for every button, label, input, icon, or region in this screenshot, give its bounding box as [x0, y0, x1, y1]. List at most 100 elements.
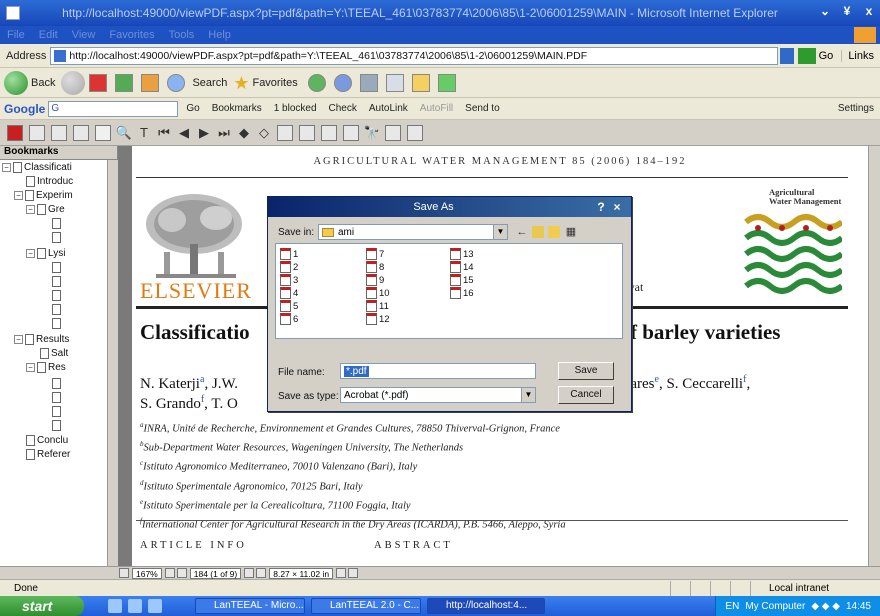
print-icon[interactable] — [51, 124, 67, 141]
taskbar-item-active[interactable]: http://localhost:4... — [427, 598, 545, 614]
select-text-icon[interactable] — [385, 124, 401, 141]
bookmark-item[interactable]: Conclu — [26, 435, 68, 446]
save-button[interactable]: Save — [558, 362, 614, 380]
file-item[interactable]: 6 — [280, 313, 298, 325]
edit-icon[interactable] — [385, 73, 404, 92]
quicklaunch-desktop-icon[interactable] — [128, 599, 142, 613]
collapse-icon[interactable]: − — [26, 249, 35, 258]
document-vertical-scrollbar[interactable] — [868, 146, 880, 566]
more-tools-icon[interactable] — [407, 124, 423, 141]
menu-file[interactable]: File — [0, 29, 32, 41]
quicklaunch-media-icon[interactable] — [148, 599, 162, 613]
file-item[interactable]: 16 — [450, 287, 474, 299]
cancel-button[interactable]: Cancel — [558, 386, 614, 404]
bookmark-item[interactable] — [52, 276, 63, 287]
mail-icon[interactable] — [333, 73, 352, 92]
file-item[interactable]: 10 — [366, 287, 390, 299]
file-item[interactable]: 7 — [366, 248, 384, 260]
first-page-icon[interactable]: ⏮ — [155, 125, 173, 141]
last-page-icon[interactable]: ⏭ — [215, 125, 233, 141]
bookmark-item[interactable] — [52, 304, 63, 315]
bookmarks-scrollbar[interactable] — [107, 160, 118, 566]
single-page-icon[interactable] — [336, 568, 347, 578]
my-computer-tray[interactable]: My Computer — [745, 601, 805, 612]
bookmark-item[interactable] — [52, 218, 63, 229]
refresh-icon[interactable] — [115, 73, 134, 92]
messenger-icon[interactable] — [437, 73, 456, 92]
save-in-dropdown[interactable]: ami ▼ — [318, 224, 508, 240]
start-button[interactable]: start — [0, 596, 84, 616]
popup-blocked-button[interactable]: 1 blocked — [268, 103, 323, 114]
bookmark-item[interactable] — [52, 262, 63, 273]
save-copy-icon[interactable] — [29, 124, 45, 141]
actual-size-icon[interactable] — [277, 124, 293, 141]
go-button[interactable]: Go — [816, 50, 842, 62]
back-arrow-icon[interactable]: ← — [516, 226, 528, 238]
back-arrow-icon[interactable] — [4, 70, 28, 95]
file-item[interactable]: 13 — [450, 248, 474, 260]
minimize-button[interactable]: ⌄ — [814, 4, 836, 22]
address-dropdown-button[interactable] — [779, 47, 794, 64]
links-button[interactable]: Links — [841, 49, 880, 62]
chevron-down-icon[interactable]: ▼ — [493, 225, 507, 239]
bookmark-item[interactable] — [52, 318, 63, 329]
file-item[interactable]: 5 — [280, 300, 298, 312]
autolink-button[interactable]: AutoLink — [363, 103, 414, 114]
taskbar-item[interactable]: LanTEEAL 2.0 - C... — [311, 598, 421, 614]
bookmark-item[interactable] — [52, 392, 63, 403]
file-item[interactable]: 15 — [450, 274, 474, 286]
new-folder-icon[interactable] — [548, 226, 560, 238]
page-number-field[interactable]: 184 (1 of 9) — [189, 567, 242, 579]
previous-view-icon[interactable]: ◆ — [235, 125, 253, 141]
menu-help[interactable]: Help — [201, 29, 238, 41]
last-page-icon[interactable] — [256, 568, 267, 578]
file-name-input[interactable]: *.pdf — [340, 363, 536, 379]
spell-check-button[interactable]: Check — [323, 103, 363, 114]
file-item[interactable]: 12 — [366, 313, 390, 325]
google-settings-button[interactable]: Settings — [832, 103, 880, 114]
google-go-button[interactable]: Go — [180, 103, 205, 114]
next-page-icon[interactable] — [244, 568, 255, 578]
favorites-star-icon[interactable]: ★ — [233, 74, 249, 92]
menu-tools[interactable]: Tools — [162, 29, 202, 41]
page-size-toggle-icon[interactable] — [119, 568, 129, 578]
find-icon[interactable]: 🔭 — [363, 125, 381, 141]
print-icon[interactable] — [359, 73, 378, 92]
google-logo[interactable]: Google — [4, 102, 45, 116]
chevron-down-icon[interactable]: ▼ — [521, 388, 535, 402]
dialog-close-button[interactable]: × — [609, 200, 625, 214]
zoom-tool-icon[interactable]: 🔍 — [115, 125, 133, 141]
search-button[interactable]: Search — [192, 77, 227, 89]
bookmark-item[interactable]: − Results — [14, 334, 69, 345]
zoom-level[interactable]: 167% — [132, 567, 162, 579]
collapse-icon[interactable]: − — [14, 335, 23, 344]
stop-icon[interactable] — [89, 73, 108, 92]
folder-icon[interactable] — [411, 73, 430, 92]
file-item[interactable]: 2 — [280, 261, 298, 273]
file-item[interactable]: 1 — [280, 248, 298, 260]
first-page-icon[interactable] — [164, 568, 175, 578]
bookmark-item[interactable]: Introduc — [26, 176, 73, 187]
previous-page-icon[interactable]: ◀ — [175, 125, 193, 141]
bookmark-item[interactable] — [52, 378, 63, 389]
bookmarks-horizontal-scrollbar[interactable] — [0, 566, 118, 579]
menu-edit[interactable]: Edit — [32, 29, 65, 41]
email-icon[interactable] — [73, 124, 89, 141]
menu-view[interactable]: View — [65, 29, 103, 41]
home-icon[interactable] — [141, 73, 160, 92]
send-to-button[interactable]: Send to — [459, 103, 505, 114]
quicklaunch-ie-icon[interactable] — [108, 599, 122, 613]
google-bookmarks-button[interactable]: Bookmarks — [206, 103, 268, 114]
bookmarks-tab[interactable]: Bookmarks — [0, 146, 117, 160]
autofill-button[interactable]: AutoFill — [414, 103, 459, 114]
bookmark-item[interactable]: − Gre — [26, 204, 65, 215]
back-button[interactable]: Back — [31, 77, 55, 89]
hand-tool-icon[interactable] — [95, 124, 111, 141]
next-view-icon[interactable]: ◇ — [255, 125, 273, 141]
bookmark-item[interactable] — [52, 420, 63, 431]
history-icon[interactable] — [307, 73, 326, 92]
collapse-icon[interactable]: − — [26, 363, 35, 372]
view-menu-icon[interactable]: ▦ — [565, 226, 577, 238]
bookmark-item[interactable] — [52, 406, 63, 417]
fit-page-icon[interactable] — [299, 124, 315, 141]
